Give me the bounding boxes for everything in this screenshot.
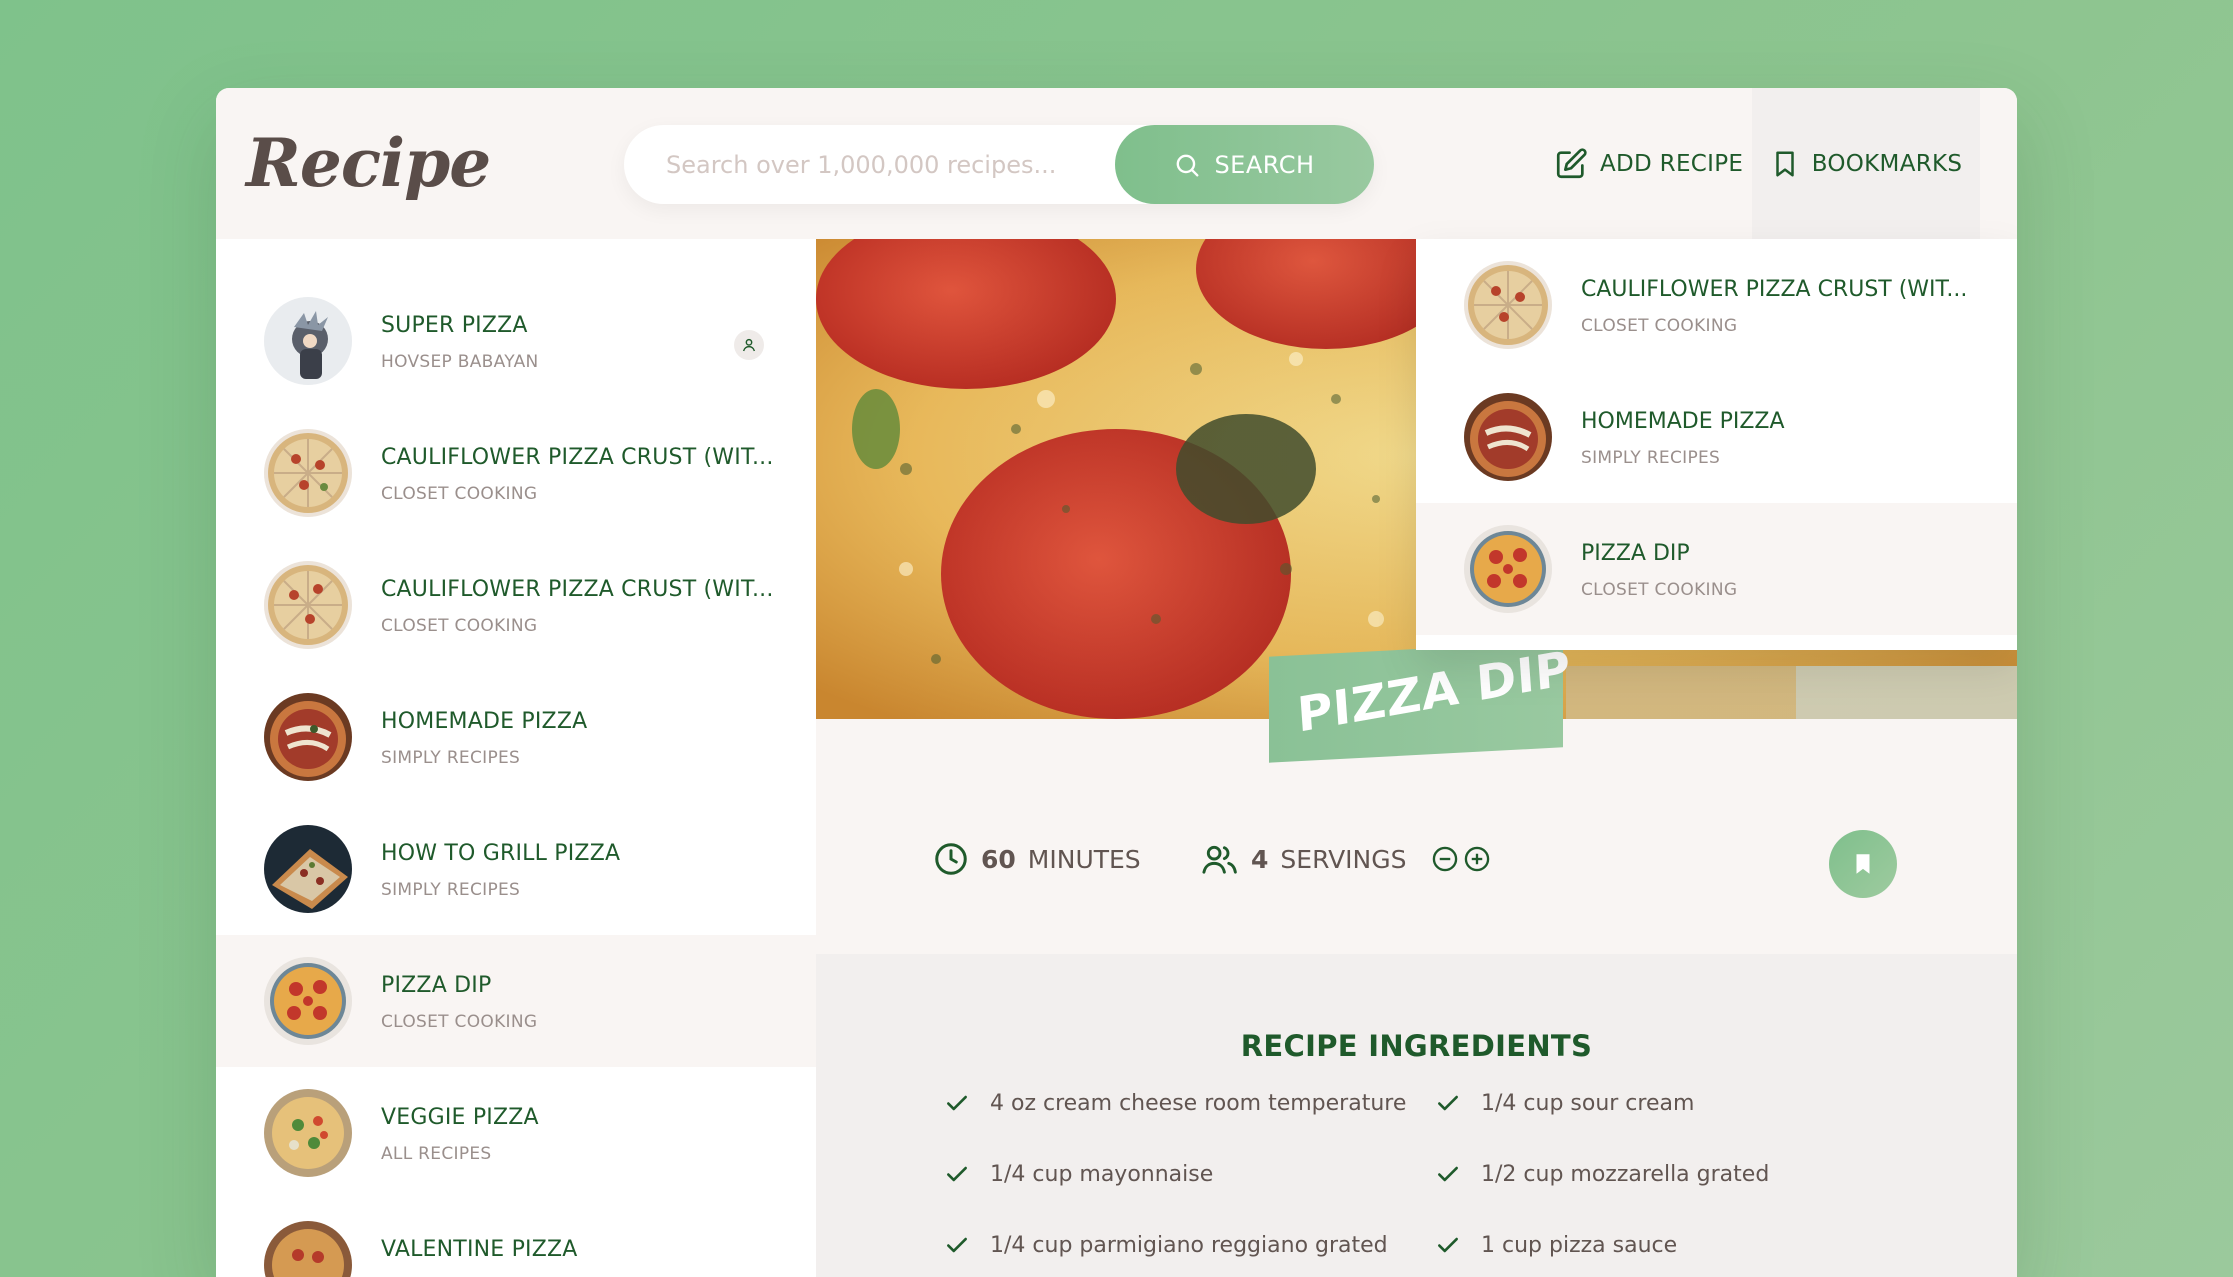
ingredient-item: 1/4 cup sour cream — [1435, 1090, 1694, 1116]
bookmarks-dropdown: CAULIFLOWER PIZZA CRUST (WIT... CLOSET C… — [1416, 239, 2017, 650]
recipe-details: 60 MINUTES 4 SERVINGS — [816, 719, 2017, 954]
recipe-title: HOMEMADE PIZZA — [381, 709, 588, 734]
recipe-publisher: SIMPLY RECIPES — [381, 880, 521, 900]
increase-servings-button[interactable] — [1463, 845, 1491, 873]
user-generated-badge — [734, 330, 764, 360]
user-icon — [742, 338, 756, 352]
check-icon — [1438, 1095, 1458, 1111]
minus-circle-icon — [1432, 846, 1457, 872]
bookmark-filled-icon — [1856, 854, 1870, 874]
recipe-publisher: HOVSEP BABAYAN — [381, 352, 539, 372]
app-container: Recipe SEARCH ADD RECIPE BOOKMARKS SUPER… — [216, 88, 2017, 1277]
search-button-label: SEARCH — [1214, 150, 1315, 179]
list-item[interactable]: SUPER PIZZA HOVSEP BABAYAN — [216, 275, 816, 407]
search-form: SEARCH — [624, 125, 1374, 204]
plus-circle-icon — [1464, 846, 1489, 872]
check-icon — [947, 1095, 967, 1111]
ingredient-item: 1 cup pizza sauce — [1435, 1232, 1677, 1258]
list-item[interactable]: VALENTINE PIZZA — [216, 1199, 816, 1277]
list-item[interactable]: CAULIFLOWER PIZZA CRUST (WIT... CLOSET C… — [216, 407, 816, 539]
bookmark-item[interactable]: PIZZA DIP CLOSET COOKING — [1416, 503, 2017, 635]
bookmark-publisher: CLOSET COOKING — [1581, 316, 1738, 336]
recipe-publisher: SIMPLY RECIPES — [381, 748, 521, 768]
edit-icon — [1556, 147, 1587, 178]
recipe-publisher: CLOSET COOKING — [381, 484, 538, 504]
ingredient-item: 1/2 cup mozzarella grated — [1435, 1161, 1769, 1187]
recipe-publisher: ALL RECIPES — [381, 1144, 492, 1164]
clock-icon — [935, 843, 967, 875]
bookmark-recipe-button[interactable] — [1829, 830, 1897, 898]
recipe-title: HOW TO GRILL PIZZA — [381, 841, 621, 866]
add-recipe-label: ADD RECIPE — [1600, 150, 1744, 177]
check-icon — [947, 1166, 967, 1182]
recipe-thumbnail — [264, 297, 352, 385]
recipe-thumbnail — [1464, 525, 1552, 613]
ingredient-text: 1/4 cup sour cream — [1481, 1090, 1695, 1116]
check-icon — [1438, 1237, 1458, 1253]
check-icon — [1438, 1166, 1458, 1182]
logo[interactable]: Recipe — [246, 124, 491, 202]
recipe-thumbnail — [264, 429, 352, 517]
search-results: SUPER PIZZA HOVSEP BABAYAN CAULIFLOWER P… — [216, 239, 816, 1277]
ingredient-text: 1 cup pizza sauce — [1481, 1232, 1678, 1258]
recipe-thumbnail — [264, 957, 352, 1045]
decrease-servings-button[interactable] — [1431, 845, 1459, 873]
bookmark-publisher: CLOSET COOKING — [1581, 580, 1738, 600]
search-icon — [1177, 154, 1199, 176]
search-input[interactable] — [664, 139, 1108, 191]
recipe-thumbnail — [264, 825, 352, 913]
recipe-thumbnail — [1464, 261, 1552, 349]
ingredient-text: 1/4 cup parmigiano reggiano grated — [990, 1232, 1388, 1258]
bookmark-item[interactable]: CAULIFLOWER PIZZA CRUST (WIT... CLOSET C… — [1416, 239, 2017, 371]
recipe-thumbnail — [264, 1089, 352, 1177]
recipe-thumbnail — [264, 1221, 352, 1277]
recipe-servings: 4 SERVINGS — [1201, 841, 1491, 877]
recipe-title: VALENTINE PIZZA — [381, 1237, 578, 1262]
bookmarks-button[interactable]: BOOKMARKS — [1752, 88, 1980, 239]
recipe-title: PIZZA DIP — [381, 973, 492, 998]
servings-unit: SERVINGS — [1280, 844, 1407, 874]
list-item[interactable]: HOMEMADE PIZZA SIMPLY RECIPES — [216, 671, 816, 803]
users-icon — [1202, 845, 1237, 874]
check-icon — [947, 1237, 967, 1253]
recipe-thumbnail — [1464, 393, 1552, 481]
search-button[interactable]: SEARCH — [1115, 125, 1374, 204]
recipe-thumbnail — [264, 561, 352, 649]
ingredient-text: 1/2 cup mozzarella grated — [1481, 1161, 1770, 1187]
recipe-title: CAULIFLOWER PIZZA CRUST (WIT... — [381, 445, 774, 470]
ingredient-item: 4 oz cream cheese room temperature — [944, 1090, 1406, 1116]
recipe-publisher: CLOSET COOKING — [381, 616, 538, 636]
cooking-time-unit: MINUTES — [1027, 844, 1141, 874]
list-item[interactable]: VEGGIE PIZZA ALL RECIPES — [216, 1067, 816, 1199]
list-item[interactable]: HOW TO GRILL PIZZA SIMPLY RECIPES — [216, 803, 816, 935]
recipe-thumbnail — [264, 693, 352, 781]
ingredient-text: 4 oz cream cheese room temperature — [990, 1090, 1407, 1116]
servings-value: 4 — [1251, 844, 1269, 874]
bookmark-title: CAULIFLOWER PIZZA CRUST (WIT... — [1581, 277, 1968, 302]
cooking-time-value: 60 — [981, 844, 1016, 874]
bookmark-title: PIZZA DIP — [1581, 541, 1690, 566]
list-item[interactable]: CAULIFLOWER PIZZA CRUST (WIT... CLOSET C… — [216, 539, 816, 671]
bookmark-icon — [1775, 151, 1794, 176]
servings-controls — [1431, 845, 1491, 873]
recipe-title: CAULIFLOWER PIZZA CRUST (WIT... — [381, 577, 774, 602]
bookmark-publisher: SIMPLY RECIPES — [1581, 448, 1721, 468]
ingredient-text: 1/4 cup mayonnaise — [990, 1161, 1214, 1187]
add-recipe-button[interactable]: ADD RECIPE — [1554, 88, 1743, 239]
bookmark-title: HOMEMADE PIZZA — [1581, 409, 1785, 434]
recipe-title: VEGGIE PIZZA — [381, 1105, 539, 1130]
recipe-title: SUPER PIZZA — [381, 313, 528, 338]
ingredient-item: 1/4 cup parmigiano reggiano grated — [944, 1232, 1388, 1258]
recipe-publisher: CLOSET COOKING — [381, 1012, 538, 1032]
recipe-cooking-time: 60 MINUTES — [933, 841, 1141, 877]
recipe-ingredients: RECIPE INGREDIENTS 4 oz cream cheese roo… — [816, 954, 2017, 1277]
bookmarks-label: BOOKMARKS — [1811, 150, 1963, 177]
ingredient-item: 1/4 cup mayonnaise — [944, 1161, 1213, 1187]
list-item[interactable]: PIZZA DIP CLOSET COOKING — [216, 935, 816, 1067]
header: Recipe SEARCH ADD RECIPE BOOKMARKS — [216, 88, 2017, 239]
ingredients-heading: RECIPE INGREDIENTS — [1240, 1029, 1593, 1063]
bookmark-item[interactable]: HOMEMADE PIZZA SIMPLY RECIPES — [1416, 371, 2017, 503]
